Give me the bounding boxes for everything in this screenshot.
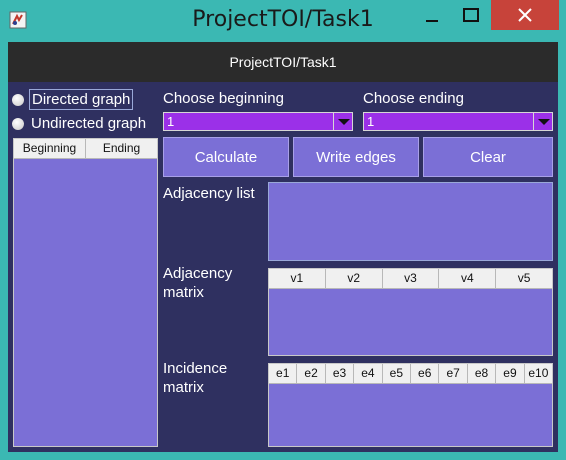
directed-graph-label: Directed graph — [29, 89, 134, 110]
close-icon — [518, 8, 532, 22]
column-header-e10[interactable]: e10 — [524, 364, 553, 384]
column-header-v4[interactable]: v4 — [439, 269, 497, 289]
client-area: ProjectTOI/Task1 Directed graph Undirect… — [8, 42, 558, 452]
column-header-v2[interactable]: v2 — [325, 269, 383, 289]
maximize-button[interactable] — [452, 0, 490, 30]
minimize-icon — [426, 20, 438, 22]
choose-ending-select[interactable]: 1 — [363, 112, 553, 131]
column-header-e6[interactable]: e6 — [411, 364, 440, 384]
column-header-v1[interactable]: v1 — [269, 269, 326, 289]
incidence-matrix-label-line2: matrix — [163, 379, 204, 396]
radio-indicator-icon — [12, 93, 24, 106]
minimize-button[interactable] — [412, 0, 452, 30]
app-header: ProjectTOI/Task1 — [8, 42, 558, 82]
column-header-e7[interactable]: e7 — [439, 364, 468, 384]
write-edges-button[interactable]: Write edges — [293, 137, 419, 177]
window-titlebar: ProjectTOI/Task1 — [0, 0, 566, 42]
calculate-button[interactable]: Calculate — [163, 137, 289, 177]
choose-beginning-label: Choose beginning — [163, 90, 284, 107]
column-header-ending[interactable]: Ending — [86, 139, 157, 159]
undirected-graph-radio[interactable]: Undirected graph — [12, 114, 148, 133]
incidence-matrix-label-line1: Incidence — [163, 360, 228, 377]
radio-indicator-icon — [12, 117, 24, 130]
column-header-e4[interactable]: e4 — [354, 364, 383, 384]
adjacency-matrix-label-line2: matrix — [163, 284, 204, 301]
choose-beginning-select[interactable]: 1 — [163, 112, 353, 131]
undirected-graph-label: Undirected graph — [31, 115, 147, 132]
maximize-icon — [463, 8, 479, 22]
column-header-e8[interactable]: e8 — [467, 364, 497, 384]
column-header-beginning[interactable]: Beginning — [14, 139, 86, 159]
incidence-matrix-table[interactable]: e1 e2 e3 e4 e5 e6 e7 e8 e9 e10 — [268, 363, 553, 447]
column-header-e2[interactable]: e2 — [297, 364, 326, 384]
clear-button[interactable]: Clear — [423, 137, 553, 177]
choose-ending-label: Choose ending — [363, 90, 464, 107]
edges-table-header: Beginning Ending — [14, 139, 157, 159]
chevron-down-icon[interactable] — [533, 113, 552, 130]
edges-table[interactable]: Beginning Ending — [13, 138, 158, 447]
column-header-v5[interactable]: v5 — [496, 269, 552, 289]
adjacency-list-label: Adjacency list — [163, 185, 255, 202]
directed-graph-radio[interactable]: Directed graph — [12, 89, 134, 110]
chevron-down-icon[interactable] — [333, 113, 352, 130]
incidence-matrix-header: e1 e2 e3 e4 e5 e6 e7 e8 e9 e10 — [269, 364, 553, 384]
adjacency-matrix-table[interactable]: v1 v2 v3 v4 v5 — [268, 268, 553, 356]
column-header-v3[interactable]: v3 — [382, 269, 440, 289]
adjacency-matrix-header: v1 v2 v3 v4 v5 — [269, 269, 552, 289]
choose-ending-value: 1 — [367, 114, 375, 129]
close-button[interactable] — [491, 0, 559, 30]
column-header-e1[interactable]: e1 — [269, 364, 298, 384]
adjacency-matrix-label-line1: Adjacency — [163, 265, 233, 282]
adjacency-list-area[interactable] — [268, 182, 553, 261]
choose-beginning-value: 1 — [167, 114, 175, 129]
column-header-e5[interactable]: e5 — [382, 364, 412, 384]
column-header-e3[interactable]: e3 — [325, 364, 355, 384]
column-header-e9[interactable]: e9 — [496, 364, 525, 384]
